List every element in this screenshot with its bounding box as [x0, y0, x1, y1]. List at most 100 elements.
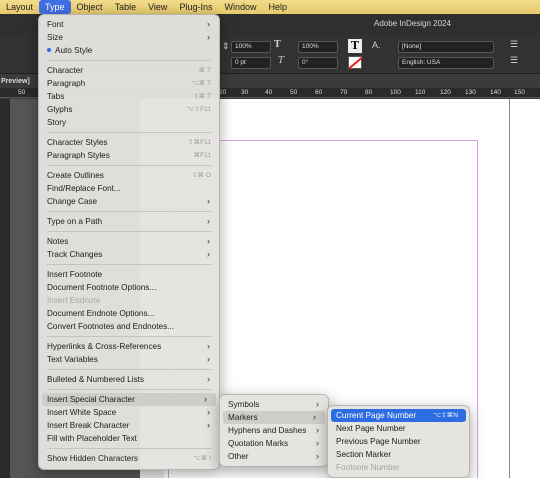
menu-item-insert-white-space[interactable]: Insert White Space ›	[39, 406, 219, 419]
menu-item-convert-footnotes[interactable]: Convert Footnotes and Endnotes...	[39, 320, 219, 333]
language-select[interactable]: English: USA	[398, 57, 494, 69]
menu-bar: Layout Type Object Table View Plug-Ins W…	[0, 0, 540, 14]
menubar-layout[interactable]: Layout	[0, 0, 39, 14]
ruler-tick: 100	[390, 89, 401, 96]
menu-item-insert-break-character[interactable]: Insert Break Character ›	[39, 419, 219, 432]
menubar-type[interactable]: Type	[39, 0, 71, 14]
ruler-tick: 70	[340, 89, 348, 96]
text-stroke-swatch[interactable]	[348, 56, 362, 69]
menu-item-hyperlinks[interactable]: Hyperlinks & Cross-References ›	[39, 340, 219, 353]
ruler-tick: 140	[490, 89, 501, 96]
chevron-right-icon: ›	[207, 216, 210, 226]
ruler-tick: 40	[265, 89, 273, 96]
app-title: Adobe InDesign 2024	[374, 19, 451, 28]
tracking-field[interactable]: 0 pt	[231, 57, 271, 69]
menu-item-character[interactable]: Character ⌘ T	[39, 64, 219, 77]
menu-item-bulleted-lists[interactable]: Bulleted & Numbered Lists ›	[39, 373, 219, 386]
page-edge	[509, 99, 510, 478]
ruler-tick: 60	[315, 89, 323, 96]
markers-submenu: Current Page Number ⌥⇧⌘N Next Page Number…	[327, 405, 470, 478]
menu-item-find-replace-font[interactable]: Find/Replace Font...	[39, 182, 219, 195]
menu-item-tabs[interactable]: Tabs ⇧⌘ T	[39, 90, 219, 103]
menu-item-section-marker[interactable]: Section Marker	[328, 448, 469, 461]
ruler-tick: 50	[290, 89, 298, 96]
menubar-help[interactable]: Help	[262, 0, 293, 14]
menu-item-insert-endnote: Insert Endnote	[47, 296, 101, 305]
menu-item-create-outlines[interactable]: Create Outlines ⇧⌘ O	[39, 169, 219, 182]
menu-item-auto-style[interactable]: Auto Style	[39, 44, 219, 57]
menu-item-footnote-number: Footnote Number	[336, 463, 400, 472]
menu-separator	[47, 264, 211, 265]
menu-item-previous-page-number[interactable]: Previous Page Number	[328, 435, 469, 448]
menu-item-type-on-path[interactable]: Type on a Path ›	[39, 215, 219, 228]
menu-separator	[47, 336, 211, 337]
align-icon[interactable]: ☰	[510, 39, 518, 50]
ruler-tick: 30	[241, 89, 249, 96]
menu-item-change-case[interactable]: Change Case ›	[39, 195, 219, 208]
horizontal-scale-icon: ⇕	[222, 41, 230, 51]
vertical-ruler	[0, 99, 10, 478]
ruler-tick: 120	[440, 89, 451, 96]
ruler-tick: 110	[415, 89, 426, 96]
menu-item-insert-footnote[interactable]: Insert Footnote	[39, 268, 219, 281]
chevron-right-icon: ›	[207, 19, 210, 29]
text-case-icon[interactable]: A.	[372, 40, 381, 50]
skew-icon: T	[278, 56, 285, 66]
text-fill-swatch[interactable]: T	[348, 39, 362, 53]
menubar-window[interactable]: Window	[218, 0, 262, 14]
menu-separator	[47, 389, 211, 390]
menu-item-markers[interactable]: Markers ›	[223, 411, 325, 424]
menu-item-character-styles[interactable]: Character Styles ⇧⌘F11	[39, 136, 219, 149]
menu-item-document-footnote-options[interactable]: Document Footnote Options...	[39, 281, 219, 294]
menubar-object[interactable]: Object	[71, 0, 109, 14]
ruler-tick: 80	[365, 89, 373, 96]
menu-item-font[interactable]: Font ›	[39, 18, 219, 31]
chevron-right-icon: ›	[316, 399, 319, 409]
menu-separator	[47, 60, 211, 61]
menu-item-hyphens-dashes[interactable]: Hyphens and Dashes ›	[220, 424, 328, 437]
align-grid-icon[interactable]: ☰	[510, 55, 518, 66]
menubar-table[interactable]: Table	[109, 0, 143, 14]
menubar-plugins[interactable]: Plug-Ins	[173, 0, 218, 14]
document-tab[interactable]: Preview]	[0, 76, 38, 88]
chevron-right-icon: ›	[316, 451, 319, 461]
menu-item-quotation-marks[interactable]: Quotation Marks ›	[220, 437, 328, 450]
menu-item-fill-placeholder[interactable]: Fill with Placeholder Text	[39, 432, 219, 445]
chevron-right-icon: ›	[207, 341, 210, 351]
character-style-select[interactable]: [None]	[398, 41, 494, 53]
menu-item-show-hidden-characters[interactable]: Show Hidden Characters ⌥⌘ I	[39, 452, 219, 465]
menu-item-text-variables[interactable]: Text Variables ›	[39, 353, 219, 366]
menu-separator	[47, 231, 211, 232]
menu-item-current-page-number[interactable]: Current Page Number ⌥⇧⌘N	[331, 409, 466, 422]
vertical-scale-field[interactable]: 100%	[298, 41, 338, 53]
insert-special-character-submenu: Symbols › Markers › Hyphens and Dashes › Qu…	[219, 394, 329, 467]
menu-separator	[47, 211, 211, 212]
ruler-tick: 50	[18, 89, 26, 96]
chevron-right-icon: ›	[207, 374, 210, 384]
menu-item-story[interactable]: Story	[39, 116, 219, 129]
chevron-right-icon: ›	[207, 420, 210, 430]
menu-item-document-endnote-options[interactable]: Document Endnote Options...	[39, 307, 219, 320]
chevron-right-icon: ›	[316, 425, 319, 435]
type-menu: Font › Size › Auto Style Character ⌘ T Para…	[38, 14, 220, 470]
menu-item-notes[interactable]: Notes ›	[39, 235, 219, 248]
chevron-right-icon: ›	[316, 438, 319, 448]
menu-item-other[interactable]: Other ›	[220, 450, 328, 463]
menu-separator	[47, 448, 211, 449]
menu-item-paragraph[interactable]: Paragraph ⌥⌘ T	[39, 77, 219, 90]
chevron-right-icon: ›	[207, 249, 210, 259]
menu-item-paragraph-styles[interactable]: Paragraph Styles ⌘F11	[39, 149, 219, 162]
chevron-right-icon: ›	[313, 412, 316, 422]
checked-dot-icon	[47, 47, 51, 52]
horizontal-scale-field[interactable]: 100%	[231, 41, 271, 53]
ruler-tick: 150	[514, 89, 525, 96]
menu-item-next-page-number[interactable]: Next Page Number	[328, 422, 469, 435]
menubar-view[interactable]: View	[142, 0, 173, 14]
menu-item-track-changes[interactable]: Track Changes ›	[39, 248, 219, 261]
skew-field[interactable]: 0°	[298, 57, 338, 69]
vertical-scale-icon: T	[274, 40, 281, 50]
menu-item-insert-special-character[interactable]: Insert Special Character ›	[42, 393, 216, 406]
menu-item-symbols[interactable]: Symbols ›	[220, 398, 328, 411]
menu-item-size[interactable]: Size ›	[39, 31, 219, 44]
menu-item-glyphs[interactable]: Glyphs ⌥⇧F11	[39, 103, 219, 116]
